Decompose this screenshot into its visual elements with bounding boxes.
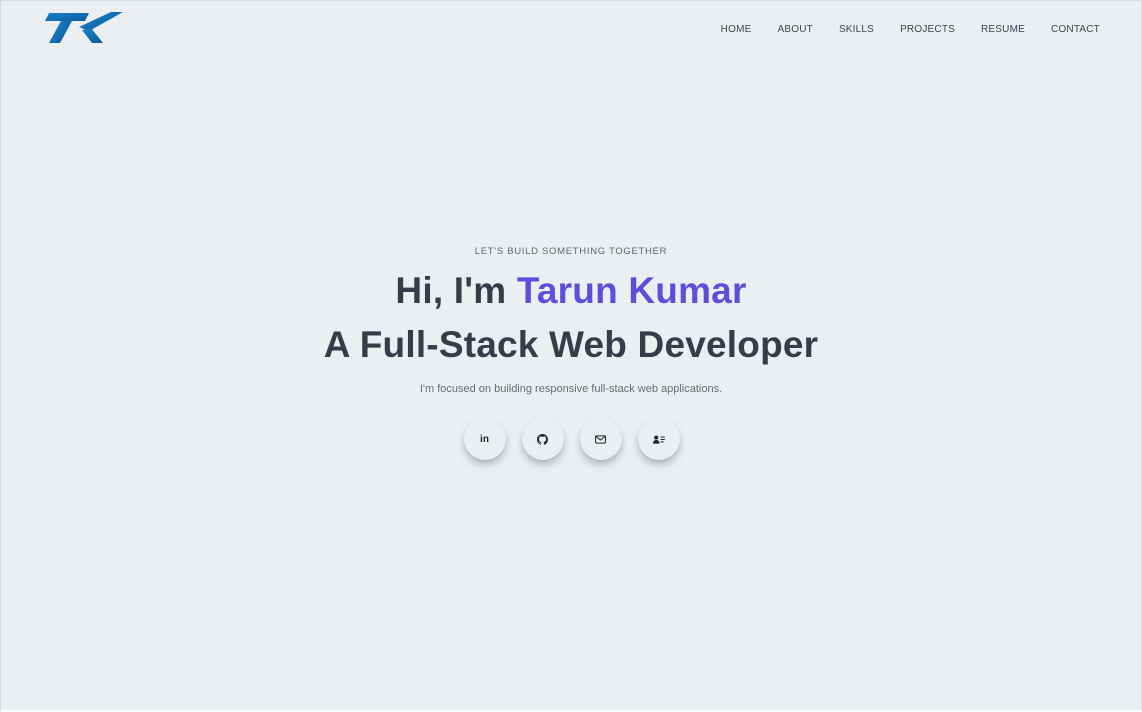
nav-contact[interactable]: CONTACT — [1051, 24, 1100, 36]
contact-card-button[interactable] — [637, 418, 680, 460]
tk-logo[interactable] — [45, 11, 123, 45]
linkedin-icon: in — [480, 433, 489, 445]
hero-subhead: A Full-Stack Web Developer — [323, 324, 819, 365]
github-button[interactable] — [521, 418, 564, 460]
hero-eyebrow: LET'S BUILD SOMETHING TOGETHER — [474, 246, 668, 257]
nav-projects[interactable]: PROJECTS — [900, 24, 955, 36]
social-links: in — [1, 418, 1141, 460]
linkedin-button[interactable]: in — [463, 418, 506, 460]
nav-resume[interactable]: RESUME — [981, 24, 1025, 36]
main-nav: HOME ABOUT SKILLS PROJECTS RESUME CONTAC… — [721, 24, 1100, 36]
github-icon — [537, 433, 548, 445]
page: HOME ABOUT SKILLS PROJECTS RESUME CONTAC… — [0, 0, 1142, 712]
hero-section: LET'S BUILD SOMETHING TOGETHER Hi, I'm T… — [1, 246, 1141, 460]
email-button[interactable] — [579, 418, 622, 460]
nav-home[interactable]: HOME — [721, 24, 752, 36]
hero-greeting: Hi, I'm — [395, 270, 517, 311]
nav-about[interactable]: ABOUT — [777, 24, 812, 36]
hero-headline: Hi, I'm Tarun Kumar — [1, 264, 1141, 318]
nav-skills[interactable]: SKILLS — [839, 24, 874, 36]
contact-card-icon — [652, 435, 665, 444]
tk-monogram-icon — [45, 12, 123, 43]
hero-tagline: I'm focused on building responsive full-… — [419, 383, 723, 395]
hero-name: Tarun Kumar — [516, 270, 747, 311]
mail-icon — [595, 434, 606, 444]
